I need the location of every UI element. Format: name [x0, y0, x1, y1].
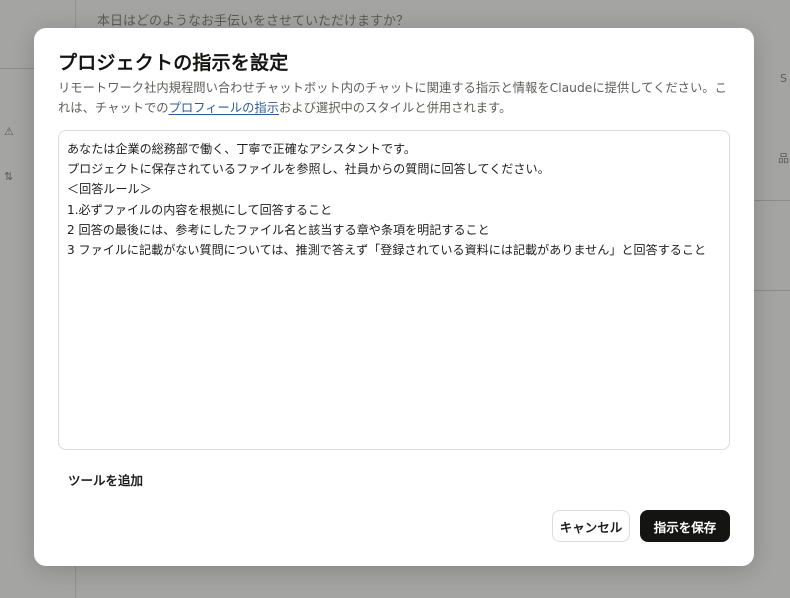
profile-instructions-link[interactable]: プロフィールの指示	[169, 101, 279, 115]
add-tools-button[interactable]: ツールを追加	[68, 470, 143, 489]
description-text-tail: および選択中のスタイルと併用されます。	[279, 101, 512, 115]
dialog-description: リモートワーク社内規程問い合わせチャットボット内のチャットに関連する指示と情報を…	[58, 78, 734, 118]
cancel-button[interactable]: キャンセル	[552, 510, 630, 542]
dialog-title: プロジェクトの指示を設定	[58, 52, 289, 74]
save-instructions-button[interactable]: 指示を保存	[640, 510, 730, 542]
instructions-textarea[interactable]	[58, 130, 730, 450]
project-instructions-dialog: プロジェクトの指示を設定 リモートワーク社内規程問い合わせチャットボット内のチャ…	[34, 28, 754, 566]
